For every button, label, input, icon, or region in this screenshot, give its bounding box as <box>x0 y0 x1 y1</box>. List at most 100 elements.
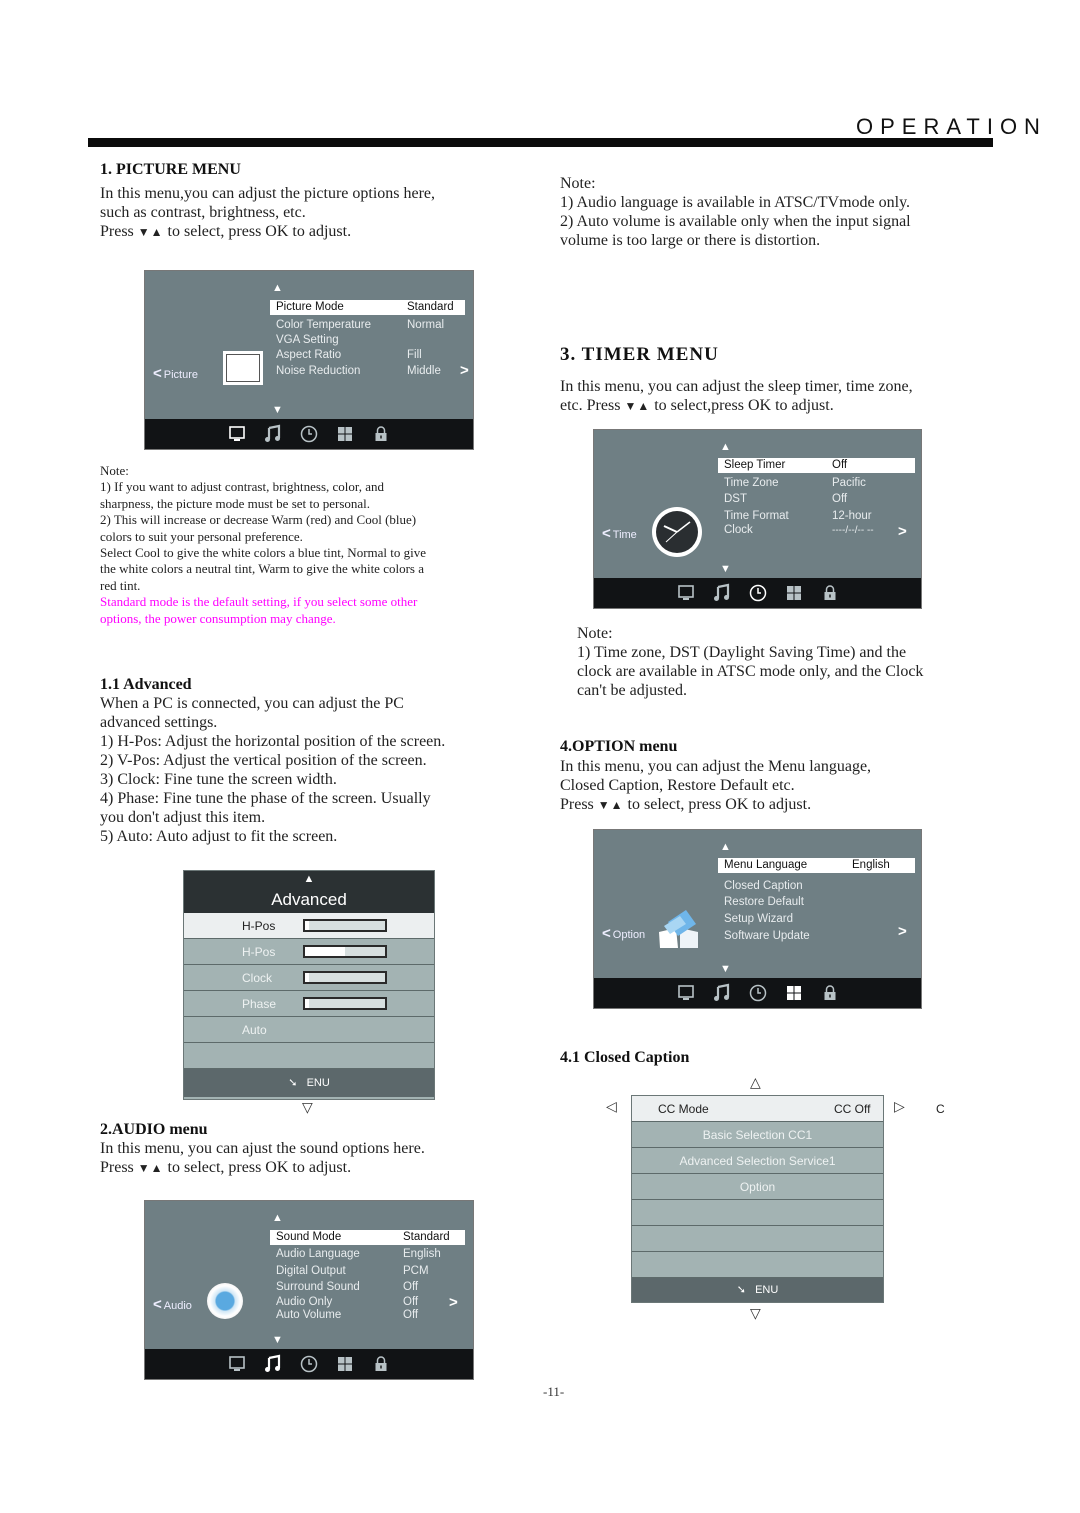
cc-menu-item[interactable]: Option <box>632 1174 883 1200</box>
level-slider[interactable] <box>303 945 387 958</box>
prev-category[interactable]: < Picture <box>153 365 198 382</box>
picture-notes: Note: 1) If you want to adjust contrast,… <box>100 463 515 627</box>
picture-category-icon <box>223 351 263 385</box>
osd-item[interactable]: Software Update <box>718 929 915 944</box>
prev-category[interactable]: < Audio <box>153 1296 192 1313</box>
tv-icon[interactable] <box>226 1353 248 1375</box>
advanced-description: When a PC is connected, you can adjust t… <box>100 695 446 845</box>
grid-icon[interactable] <box>334 423 356 445</box>
grid-icon[interactable] <box>783 982 805 1004</box>
osd-item[interactable]: Restore Default <box>718 895 915 910</box>
page-number: -11- <box>543 1384 565 1399</box>
picture-menu-intro: In this menu,you can adjust the picture … <box>100 184 435 242</box>
cc-menu-item[interactable] <box>632 1200 883 1226</box>
level-slider[interactable] <box>303 971 387 984</box>
tv-icon[interactable] <box>226 423 248 445</box>
cc-menu-item[interactable]: Advanced Selection Service1 <box>632 1148 883 1174</box>
scroll-down-icon[interactable]: ▼ <box>272 1334 283 1346</box>
chevron-right-icon[interactable]: > <box>449 1294 458 1311</box>
scroll-down-outline-icon[interactable]: ▽ <box>302 1100 313 1116</box>
osd-item[interactable]: Noise Reduction Middle <box>270 364 465 379</box>
clock-icon[interactable] <box>747 582 769 604</box>
lock-icon[interactable] <box>370 423 392 445</box>
cc-menu-item[interactable]: Basic Selection CC1 <box>632 1122 883 1148</box>
scroll-up-icon[interactable]: ▲ <box>720 841 731 853</box>
advanced-menu-item[interactable]: Auto <box>184 1017 434 1043</box>
advanced-menu-item[interactable]: Clock <box>184 965 434 991</box>
osd-item-selected[interactable]: Picture Mode Standard <box>270 300 465 315</box>
advanced-heading: 1.1 Advanced <box>100 676 192 693</box>
chevron-left-icon: < <box>153 365 162 382</box>
down-up-arrows-icon: ▼▲ <box>137 225 164 239</box>
osd-item[interactable]: Time Format 12-hour <box>718 509 915 524</box>
chevron-right-icon[interactable]: > <box>898 523 907 540</box>
scroll-up-icon[interactable]: ▲ <box>184 873 434 885</box>
tv-icon[interactable] <box>675 982 697 1004</box>
prev-category[interactable]: < Time <box>602 525 637 542</box>
osd-item[interactable]: Color Temperature Normal <box>270 318 465 333</box>
lock-icon[interactable] <box>819 582 841 604</box>
osd-item-selected[interactable]: Sound Mode Standard <box>270 1230 465 1245</box>
prev-category[interactable]: < Option <box>602 925 645 942</box>
clock-icon[interactable] <box>298 423 320 445</box>
item-label: H-Pos <box>242 919 276 933</box>
advanced-menu-item[interactable] <box>184 1043 434 1069</box>
scroll-down-icon[interactable]: ▼ <box>720 563 731 575</box>
picture-menu-heading: 1. PICTURE MENU <box>100 161 241 178</box>
advanced-menu: ▲ Advanced H-Pos H-Pos Clock Phase Auto ➘ EN… <box>183 870 435 1100</box>
music-note-icon[interactable] <box>262 423 284 445</box>
osd-item[interactable]: Aspect Ratio Fill <box>270 348 465 363</box>
osd-item[interactable]: Surround Sound Off <box>270 1280 465 1295</box>
level-slider[interactable] <box>303 997 387 1010</box>
down-up-arrows-icon: ▼▲ <box>624 399 651 413</box>
osd-item-selected[interactable]: Menu Language English <box>718 858 915 873</box>
scroll-up-icon[interactable]: ▲ <box>272 1212 283 1224</box>
advanced-menu-item[interactable]: H-Pos <box>184 913 434 939</box>
scroll-up-icon[interactable]: ▲ <box>272 282 283 294</box>
tv-icon[interactable] <box>675 582 697 604</box>
intro-line: such as contrast, brightness, etc. <box>100 204 306 221</box>
clock-icon[interactable] <box>747 982 769 1004</box>
scroll-down-outline-icon[interactable]: ▽ <box>750 1306 761 1322</box>
scroll-up-outline-icon[interactable]: △ <box>750 1075 761 1091</box>
chevron-right-icon[interactable]: > <box>898 923 907 940</box>
osd-item[interactable]: Time Zone Pacific <box>718 476 915 491</box>
clock-category-icon <box>651 506 703 558</box>
advanced-menu-item[interactable]: Phase <box>184 991 434 1017</box>
osd-item[interactable]: Audio Language English <box>270 1247 465 1262</box>
grid-icon[interactable] <box>334 1353 356 1375</box>
osd-item[interactable]: Clock ----/--/-- -- <box>718 523 915 538</box>
music-note-icon[interactable] <box>711 582 733 604</box>
scroll-down-icon[interactable]: ▼ <box>720 963 731 975</box>
chevron-right-icon[interactable]: > <box>460 362 469 379</box>
osd-item[interactable]: Setup Wizard <box>718 912 915 927</box>
osd-item[interactable]: Digital Output PCM <box>270 1264 465 1279</box>
music-note-icon[interactable] <box>711 982 733 1004</box>
cc-menu-item[interactable]: CC Mode CC Off <box>632 1096 883 1122</box>
osd-item[interactable]: Auto Volume Off <box>270 1308 465 1323</box>
scroll-up-icon[interactable]: ▲ <box>720 441 731 453</box>
osd-item-selected[interactable]: Sleep Timer Off <box>718 458 915 473</box>
menu-back-footer[interactable]: ➘ ENU <box>184 1069 434 1097</box>
lock-icon[interactable] <box>370 1353 392 1375</box>
timer-notes: Note: 1) Time zone, DST (Daylight Saving… <box>577 625 924 699</box>
option-osd-screen: ▲ Menu Language English Closed Caption Re… <box>593 829 922 1009</box>
power-warning: Standard mode is the default setting, if… <box>100 594 418 610</box>
scroll-down-icon[interactable]: ▼ <box>272 404 283 416</box>
osd-item[interactable]: Closed Caption <box>718 879 915 894</box>
intro-line: In this menu,you can adjust the picture … <box>100 185 436 202</box>
grid-icon[interactable] <box>783 582 805 604</box>
cc-menu-item[interactable] <box>632 1226 883 1252</box>
osd-item[interactable]: VGA Setting <box>270 333 465 348</box>
music-note-icon[interactable] <box>262 1353 284 1375</box>
menu-back-footer[interactable]: ➘ ENU <box>632 1278 883 1302</box>
lock-icon[interactable] <box>819 982 841 1004</box>
osd-item[interactable]: DST Off <box>718 492 915 507</box>
prev-outline-icon[interactable]: ◁ <box>606 1099 617 1115</box>
advanced-menu-item[interactable]: H-Pos <box>184 939 434 965</box>
level-slider[interactable] <box>303 919 387 932</box>
chevron-left-icon: < <box>153 1296 162 1313</box>
next-outline-icon[interactable]: ▷ <box>894 1099 905 1115</box>
cc-menu-item[interactable] <box>632 1252 883 1278</box>
clock-icon[interactable] <box>298 1353 320 1375</box>
